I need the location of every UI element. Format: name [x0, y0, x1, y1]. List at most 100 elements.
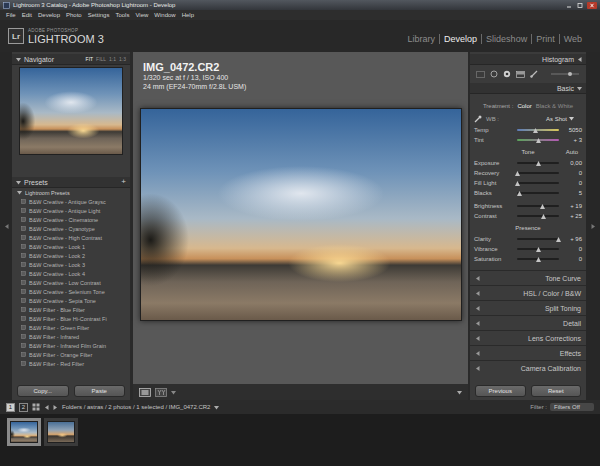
preset-item[interactable]: B&W Filter - Blue Filter: [12, 305, 130, 314]
monitor-button[interactable]: 2: [19, 403, 28, 412]
filter-dropdown[interactable]: Filters Off: [550, 403, 594, 411]
slider-row[interactable]: Tint+ 3: [474, 135, 582, 145]
module-tab[interactable]: Slideshow: [481, 34, 531, 44]
menu-item[interactable]: Help: [182, 10, 194, 20]
red-eye-icon[interactable]: [503, 70, 511, 78]
slider-value[interactable]: 0: [562, 246, 582, 252]
wb-dropdown[interactable]: As Shot: [546, 116, 582, 122]
slider-value[interactable]: 5050: [562, 127, 582, 133]
slider-track[interactable]: [517, 205, 559, 207]
before-after-icon[interactable]: [155, 388, 167, 397]
menu-item[interactable]: Develop: [38, 10, 60, 20]
slider-track[interactable]: [517, 215, 559, 217]
module-tab[interactable]: Develop: [439, 34, 481, 44]
treatment-option[interactable]: Black & White: [536, 103, 573, 109]
preset-item[interactable]: B&W Filter - Green Filter: [12, 323, 130, 332]
slider-value[interactable]: + 3: [562, 137, 582, 143]
slider-value[interactable]: 0: [562, 170, 582, 176]
toolbar-content-icon[interactable]: [457, 390, 462, 395]
slider-thumb-icon[interactable]: [517, 191, 522, 196]
navigator-header[interactable]: NavigatorFITFILL1:11:3: [12, 54, 130, 65]
slider-track[interactable]: [517, 139, 559, 141]
source-menu-icon[interactable]: [214, 405, 219, 410]
menu-item[interactable]: Window: [154, 10, 175, 20]
disclosure-triangle-icon[interactable]: [17, 190, 22, 195]
disclosure-triangle-icon[interactable]: [577, 86, 582, 91]
collapse-left-icon[interactable]: [4, 224, 9, 229]
slider-value[interactable]: + 96: [562, 236, 582, 242]
zoom-option[interactable]: FIT: [86, 56, 94, 62]
slider-row[interactable]: Fill Light0: [474, 178, 582, 188]
slider-thumb-icon[interactable]: [533, 128, 538, 133]
crop-icon[interactable]: [476, 71, 485, 78]
slider-thumb-icon[interactable]: [536, 247, 541, 252]
preset-item[interactable]: B&W Creative - Cyanotype: [12, 224, 130, 233]
slider-value[interactable]: 0: [562, 256, 582, 262]
preset-item[interactable]: B&W Filter - Orange Filter: [12, 350, 130, 359]
slider-row[interactable]: Clarity+ 96: [474, 234, 582, 244]
panel-section-header[interactable]: Split Toning: [470, 300, 586, 315]
slider-value[interactable]: 0: [562, 180, 582, 186]
module-tab[interactable]: Library: [404, 34, 440, 44]
slider-track[interactable]: [517, 258, 559, 260]
presets-header[interactable]: Presets+: [12, 177, 130, 188]
preset-item[interactable]: B&W Filter - Infrared Film Grain: [12, 341, 130, 350]
panel-section-header[interactable]: Lens Corrections: [470, 330, 586, 345]
panel-section-header[interactable]: HSL / Color / B&W: [470, 285, 586, 300]
module-tab[interactable]: Print: [531, 34, 559, 44]
disclosure-triangle-icon[interactable]: [475, 291, 480, 296]
dropdown-arrow-icon[interactable]: [569, 116, 574, 121]
preset-item[interactable]: B&W Creative - Look 4: [12, 269, 130, 278]
panel-button[interactable]: Paste: [74, 385, 126, 397]
main-photo[interactable]: [140, 108, 462, 321]
preset-item[interactable]: B&W Creative - Selenium Tone: [12, 287, 130, 296]
disclosure-triangle-icon[interactable]: [475, 351, 480, 356]
menu-item[interactable]: Settings: [88, 10, 110, 20]
slider-thumb-icon[interactable]: [541, 214, 546, 219]
grid-view-icon[interactable]: [32, 403, 40, 411]
treatment-option[interactable]: Color: [517, 103, 531, 109]
monitor-button[interactable]: 1: [6, 403, 15, 412]
panel-section-header[interactable]: Effects: [470, 345, 586, 360]
slider-thumb-icon[interactable]: [515, 171, 520, 176]
filmstrip-thumbnail[interactable]: [44, 418, 78, 446]
disclosure-triangle-icon[interactable]: [475, 366, 480, 371]
slider-track[interactable]: [517, 248, 559, 250]
disclosure-triangle-icon[interactable]: [16, 180, 21, 185]
auto-tone-button[interactable]: Auto: [566, 149, 582, 155]
zoom-option[interactable]: 1:3: [119, 56, 126, 62]
slider-value[interactable]: + 19: [562, 203, 582, 209]
filmstrip-thumbnail[interactable]: [7, 418, 41, 446]
menu-item[interactable]: File: [6, 10, 16, 20]
disclosure-triangle-icon[interactable]: [475, 276, 480, 281]
disclosure-triangle-icon[interactable]: [16, 57, 21, 62]
disclosure-triangle-icon[interactable]: [475, 306, 480, 311]
preset-item[interactable]: B&W Creative - Low Contrast: [12, 278, 130, 287]
preset-item[interactable]: B&W Filter - Infrared: [12, 332, 130, 341]
slider-thumb-icon[interactable]: [515, 181, 520, 186]
source-path[interactable]: Folders / astras / 2 photos / 1 selected…: [62, 404, 210, 410]
slider-value[interactable]: 5: [562, 190, 582, 196]
slider-value[interactable]: 0,00: [562, 160, 582, 166]
collapse-right-icon[interactable]: [591, 224, 596, 229]
tool-toggle-icon[interactable]: [550, 71, 580, 77]
module-tab[interactable]: Web: [559, 34, 586, 44]
toolbar-menu-icon[interactable]: [171, 390, 176, 395]
forward-arrow-icon[interactable]: [53, 405, 58, 410]
slider-row[interactable]: Saturation0: [474, 254, 582, 264]
menu-item[interactable]: Edit: [22, 10, 32, 20]
slider-row[interactable]: Brightness+ 19: [474, 201, 582, 211]
preset-folder[interactable]: Lightroom Presets: [12, 188, 130, 197]
slider-track[interactable]: [517, 172, 559, 174]
zoom-option[interactable]: 1:1: [109, 56, 116, 62]
preset-item[interactable]: B&W Creative - Look 3: [12, 260, 130, 269]
preset-item[interactable]: B&W Creative - Cinematone: [12, 215, 130, 224]
preset-item[interactable]: B&W Creative - Sepia Tone: [12, 296, 130, 305]
panel-section-header[interactable]: Camera Calibration: [470, 360, 586, 375]
panel-section-header[interactable]: Tone Curve: [470, 270, 586, 285]
panel-button[interactable]: Previous: [475, 385, 526, 397]
panel-button[interactable]: Reset: [531, 385, 582, 397]
slider-row[interactable]: Blacks5: [474, 188, 582, 198]
slider-row[interactable]: Contrast+ 25: [474, 211, 582, 221]
preset-item[interactable]: B&W Filter - Red Filter: [12, 359, 130, 368]
